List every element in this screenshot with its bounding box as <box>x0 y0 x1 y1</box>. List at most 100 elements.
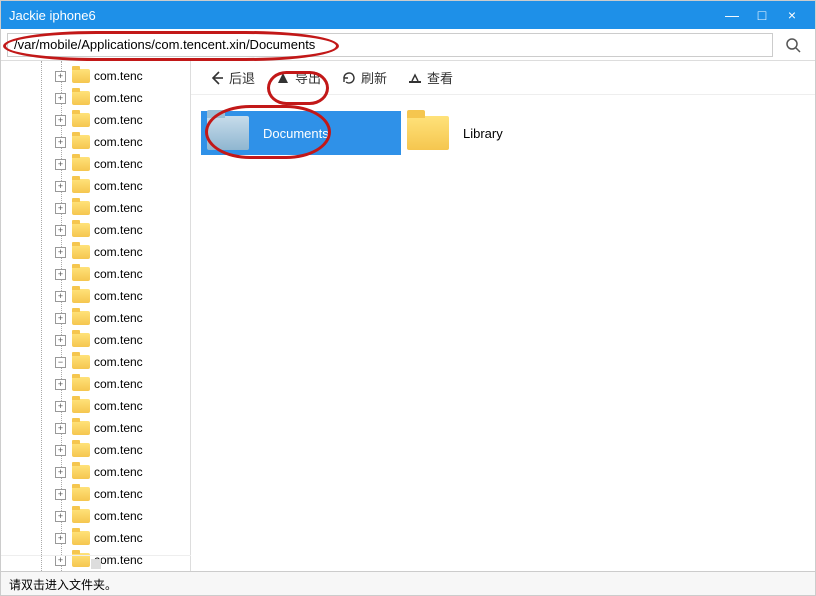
expander-icon[interactable]: + <box>55 533 66 544</box>
export-button[interactable]: 导出 <box>267 64 329 91</box>
expander-icon[interactable]: + <box>55 225 66 236</box>
expander-icon[interactable]: + <box>55 379 66 390</box>
refresh-button[interactable]: 刷新 <box>333 64 395 91</box>
folder-icon <box>72 267 90 281</box>
folder-icon <box>72 531 90 545</box>
expander-icon[interactable]: + <box>55 313 66 324</box>
tree-item[interactable]: +com.tenc <box>55 153 143 175</box>
expander-icon[interactable]: + <box>55 181 66 192</box>
tree-item[interactable]: + com.tenc <box>55 197 143 219</box>
view-label: 查看 <box>427 68 453 87</box>
expander-icon[interactable]: + <box>55 467 66 478</box>
window-title: Jackie iphone6 <box>9 8 717 23</box>
folder-icon <box>72 311 90 325</box>
tree-item-label: com.tenc <box>94 531 143 545</box>
expander-icon[interactable]: + <box>55 489 66 500</box>
folder-icon <box>72 179 90 193</box>
expander-icon[interactable]: − <box>55 357 66 368</box>
expander-icon[interactable]: + <box>55 445 66 456</box>
tree-item[interactable]: +com.tenc <box>55 65 143 87</box>
tree-item-label: com.tenc <box>94 377 143 391</box>
back-button[interactable]: 后退 <box>201 64 263 91</box>
folder-icon <box>72 289 90 303</box>
expander-icon[interactable]: + <box>55 247 66 258</box>
tree-item[interactable]: + com.tenc <box>55 373 143 395</box>
tree-item-label: com.tenc <box>94 399 143 413</box>
close-button[interactable]: × <box>777 7 807 23</box>
folder-icon <box>207 116 249 150</box>
tree-item[interactable]: + com.tenc <box>55 329 143 351</box>
titlebar: Jackie iphone6 — □ × <box>1 1 815 29</box>
folder-view[interactable]: Documents Library <box>191 95 815 573</box>
tree-item[interactable]: + com.tenc <box>55 87 143 109</box>
tree-item[interactable]: +com.tenc <box>55 131 143 153</box>
tree-item-label: com.tenc <box>94 289 143 303</box>
tree-item[interactable]: +com.tenc <box>55 241 143 263</box>
folder-icon <box>72 201 90 215</box>
tree-item[interactable]: +com.tenc <box>55 109 143 131</box>
tree-item-label: com.tenc <box>94 91 143 105</box>
folder-icon <box>72 355 90 369</box>
expander-icon[interactable]: + <box>55 137 66 148</box>
view-icon <box>407 70 423 86</box>
view-button[interactable]: 查看 <box>399 64 461 91</box>
expander-icon[interactable]: + <box>55 269 66 280</box>
tree-item[interactable]: +com.tenc <box>55 263 143 285</box>
tree-sidebar[interactable]: + com.tenc + com.tenc + com.tenc + com.tenc + com… <box>1 61 191 573</box>
folder-icon <box>72 113 90 127</box>
expander-icon[interactable]: + <box>55 115 66 126</box>
tree-item-label: com.tenc <box>94 311 143 325</box>
expander-icon[interactable]: + <box>55 335 66 346</box>
folder-icon <box>72 377 90 391</box>
tree-item-label: com.tenc <box>94 487 143 501</box>
folder-icon <box>72 91 90 105</box>
maximize-button[interactable]: □ <box>747 7 777 23</box>
tree-item[interactable]: + com.tenc <box>55 505 143 527</box>
expander-icon[interactable]: + <box>55 159 66 170</box>
minimize-button[interactable]: — <box>717 7 747 23</box>
tree-item[interactable]: +com.tenc <box>55 461 143 483</box>
folder-icon <box>72 135 90 149</box>
tree-scrollbar[interactable] <box>1 555 191 571</box>
tree-item-label: com.tenc <box>94 421 143 435</box>
folder-icon <box>72 157 90 171</box>
tree-item[interactable]: + com.tenc <box>55 395 143 417</box>
back-label: 后退 <box>229 68 255 87</box>
folder-icon <box>72 465 90 479</box>
expander-icon[interactable]: + <box>55 203 66 214</box>
folder-item-label: Library <box>463 126 503 141</box>
folder-item[interactable]: Library <box>401 111 601 155</box>
tree-item[interactable]: + com.tenc <box>55 417 143 439</box>
tree-item[interactable]: −com.tenc <box>55 351 143 373</box>
expander-icon[interactable]: + <box>55 291 66 302</box>
search-icon <box>785 37 801 53</box>
status-bar: 请双击进入文件夹。 <box>1 571 815 595</box>
content-toolbar: 后退 导出 刷新 查看 <box>191 61 815 95</box>
export-icon <box>275 70 291 86</box>
tree-item[interactable]: +com.tenc <box>55 219 143 241</box>
tree-item-label: com.tenc <box>94 443 143 457</box>
folder-item[interactable]: Documents <box>201 111 401 155</box>
tree-item-label: com.tenc <box>94 201 143 215</box>
tree-item[interactable]: + com.tenc <box>55 439 143 461</box>
folder-icon <box>72 399 90 413</box>
tree-item[interactable]: + com.tenc <box>55 307 143 329</box>
tree-item-label: com.tenc <box>94 509 143 523</box>
arrow-left-icon <box>209 70 225 86</box>
folder-icon <box>72 443 90 457</box>
tree-item-label: com.tenc <box>94 333 143 347</box>
tree-item[interactable]: +com.tenc <box>55 175 143 197</box>
tree-item[interactable]: + com.tenc <box>55 483 143 505</box>
expander-icon[interactable]: + <box>55 401 66 412</box>
refresh-label: 刷新 <box>361 68 387 87</box>
search-button[interactable] <box>777 33 809 57</box>
expander-icon[interactable]: + <box>55 423 66 434</box>
path-input[interactable] <box>7 33 773 57</box>
expander-icon[interactable]: + <box>55 93 66 104</box>
export-label: 导出 <box>295 68 321 87</box>
expander-icon[interactable]: + <box>55 71 66 82</box>
tree-item[interactable]: + com.tenc <box>55 527 143 549</box>
tree-item[interactable]: + com.tenc <box>55 285 143 307</box>
folder-icon <box>72 487 90 501</box>
expander-icon[interactable]: + <box>55 511 66 522</box>
